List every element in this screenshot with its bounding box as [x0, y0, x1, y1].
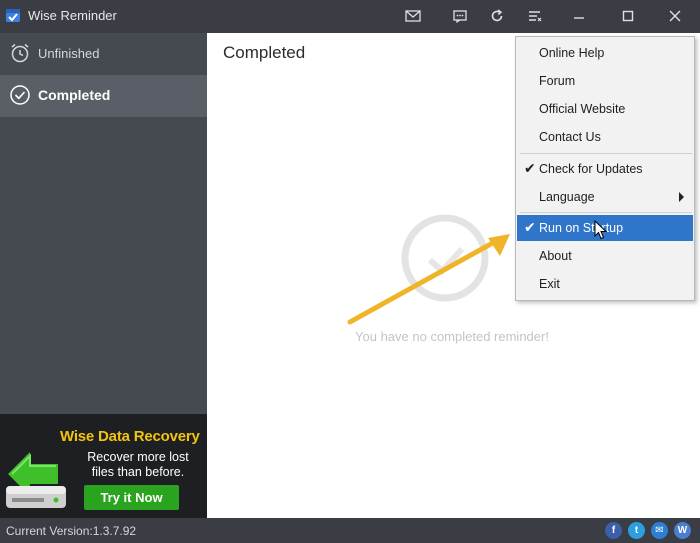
ad-subtitle-line: Recover more lost — [87, 450, 189, 464]
menu-item-label: Exit — [539, 277, 560, 291]
empty-message: You have no completed reminder! — [207, 329, 697, 344]
submenu-arrow-icon — [679, 192, 684, 202]
menu-item-language[interactable]: Language — [517, 184, 693, 210]
menu-item-about[interactable]: About — [517, 243, 693, 269]
sidebar-item-label: Completed — [38, 87, 111, 103]
menu-separator — [520, 153, 692, 154]
menu-item-online-help[interactable]: Online Help — [517, 40, 693, 66]
status-bar: Current Version:1.3.7.92 f t ✉ W — [0, 518, 700, 543]
try-it-now-button[interactable]: Try it Now — [84, 485, 179, 510]
menu-item-label: Forum — [539, 74, 576, 88]
menu-item-label: Check for Updates — [539, 162, 643, 176]
menu-item-label: Online Help — [539, 46, 605, 60]
menu-item-contact-us[interactable]: Contact Us — [517, 124, 693, 150]
refresh-button[interactable] — [486, 6, 508, 26]
menu-item-official-website[interactable]: Official Website — [517, 96, 693, 122]
sidebar-item-completed[interactable]: Completed — [0, 75, 207, 117]
menu-item-label: Contact Us — [539, 130, 601, 144]
check-mark-icon: ✔ — [524, 219, 536, 235]
menu-separator — [520, 212, 692, 213]
sidebar: Unfinished Completed — [0, 33, 207, 414]
ad-subtitle: Recover more lost files than before. — [78, 450, 198, 480]
menu-item-label: Language — [539, 190, 595, 204]
ad-banner[interactable]: Wise Data Recovery Recover more lost fil… — [0, 414, 207, 518]
minimize-icon — [574, 17, 584, 19]
mail-icon — [405, 10, 421, 22]
close-icon — [669, 10, 681, 22]
menu-item-label: About — [539, 249, 572, 263]
refresh-icon — [491, 9, 503, 22]
mouse-cursor-icon — [594, 220, 608, 240]
minimize-button[interactable] — [568, 6, 590, 26]
close-button[interactable] — [664, 6, 686, 26]
data-recovery-drive-icon — [6, 452, 66, 508]
menu-item-label: Run on Startup — [539, 221, 624, 235]
annotation-arrow — [347, 234, 510, 325]
ad-subtitle-line: files than before. — [91, 465, 185, 479]
mail-button[interactable] — [402, 6, 424, 26]
menu-item-label: Official Website — [539, 102, 626, 116]
wise-icon[interactable]: W — [674, 522, 691, 539]
check-circle-icon — [10, 85, 30, 105]
page-title: Completed — [223, 43, 306, 62]
sidebar-item-label: Unfinished — [38, 46, 100, 61]
maximize-icon — [622, 10, 634, 22]
settings-dropdown-menu: Online Help Forum Official Website Conta… — [515, 36, 695, 301]
maximize-button[interactable] — [617, 6, 639, 26]
menu-icon — [529, 11, 542, 22]
menu-item-forum[interactable]: Forum — [517, 68, 693, 94]
facebook-icon[interactable]: f — [605, 522, 622, 539]
title-bar: Wise Reminder — [0, 0, 700, 33]
check-mark-icon: ✔ — [524, 160, 536, 176]
email-icon[interactable]: ✉ — [651, 522, 668, 539]
menu-item-exit[interactable]: Exit — [517, 271, 693, 297]
empty-message-text: You have no completed reminder! — [355, 329, 549, 344]
menu-item-check-for-updates[interactable]: ✔ Check for Updates — [517, 156, 693, 182]
ad-title: Wise Data Recovery — [60, 428, 200, 445]
feedback-button[interactable] — [449, 6, 471, 26]
calendar-check-icon — [6, 9, 20, 22]
version-text: Current Version:1.3.7.92 — [6, 524, 137, 538]
window-title: Wise Reminder — [28, 8, 117, 23]
twitter-icon[interactable]: t — [628, 522, 645, 539]
feedback-icon — [453, 9, 467, 23]
sidebar-item-unfinished[interactable]: Unfinished — [0, 33, 207, 75]
settings-menu-button[interactable] — [524, 6, 546, 26]
alarm-clock-icon — [11, 43, 29, 63]
